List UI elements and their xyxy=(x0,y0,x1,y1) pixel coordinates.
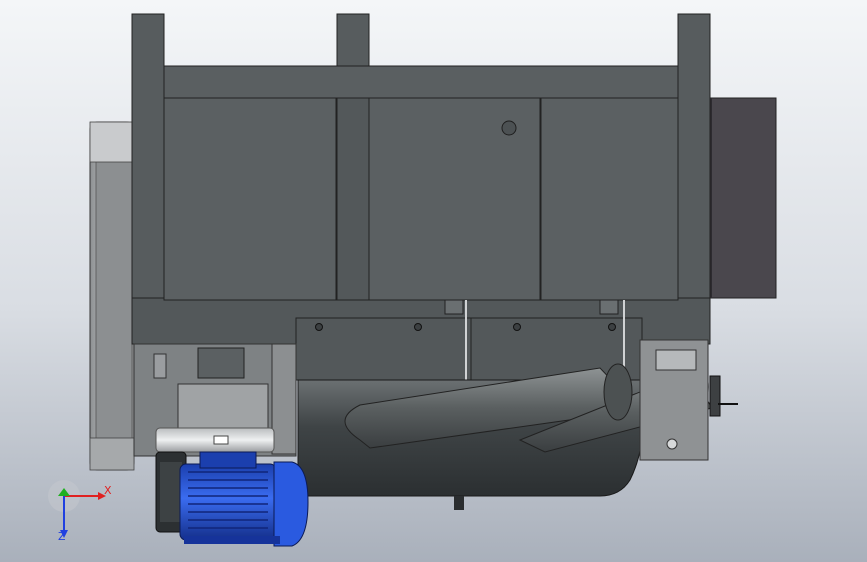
right-support-bracket[interactable] xyxy=(639,339,738,461)
drive-shaft[interactable] xyxy=(155,427,275,453)
side-panels[interactable] xyxy=(163,97,679,301)
view-orientation-triad-icon xyxy=(48,480,106,538)
electric-motor[interactable] xyxy=(179,451,309,547)
x-axis-label: X xyxy=(104,484,112,497)
machine-assembly-model[interactable] xyxy=(0,0,867,562)
belt-guard-wheel[interactable] xyxy=(89,121,135,471)
z-axis-label: Z xyxy=(58,530,66,543)
rear-housing-block[interactable] xyxy=(707,97,777,299)
cad-graphics-viewport[interactable]: X Z xyxy=(0,0,867,562)
view-orientation-triad: X Z xyxy=(44,478,124,548)
